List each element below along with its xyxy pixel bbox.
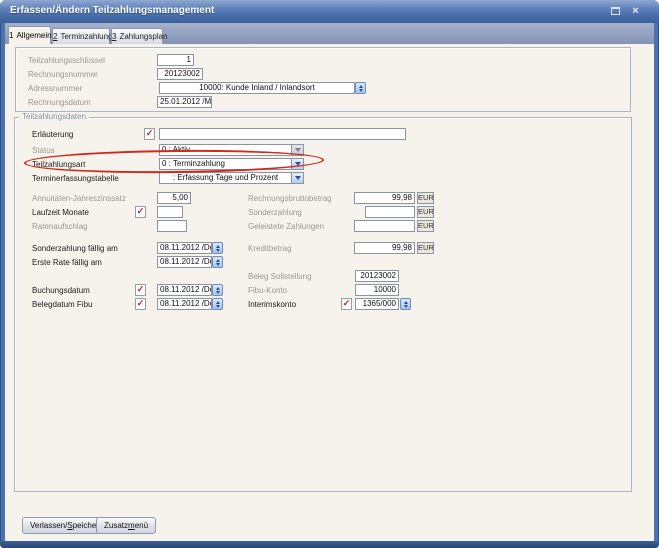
erste-rate-faellig-am-field[interactable]: 08.11.2012 /Do <box>157 256 212 268</box>
erlaeuterung-field[interactable] <box>159 128 406 140</box>
buchungsdatum-spinner[interactable] <box>212 284 223 296</box>
spinner-down-icon <box>404 305 408 308</box>
adressnummer-spinner[interactable] <box>355 82 366 94</box>
spinner-up-icon <box>216 287 220 290</box>
close-button[interactable]: × <box>628 4 643 19</box>
fibu-konto-label: Fibu-Konto <box>248 286 287 295</box>
erlaeuterung-edit-button[interactable]: ✓ <box>144 128 155 140</box>
fibu-konto-field[interactable]: 10000 <box>355 284 399 296</box>
ratenaufschlag-field[interactable] <box>157 220 187 232</box>
kreditbetrag-currency-label: EUR <box>417 242 434 254</box>
dialog-content: 1Allgemein 2Terminzahlungen 3Zahlungspla… <box>5 23 654 541</box>
beleg-sollstellung-label: Beleg Sollstellung <box>248 272 312 281</box>
interimskonto-field[interactable]: 1365/000 <box>355 298 399 310</box>
tab-label: Allgemein <box>16 31 51 40</box>
terminerfassungstabelle-select[interactable]: : Erfassung Tage und Prozent <box>159 172 304 184</box>
beleg-sollstellung-field[interactable]: 20123002 <box>355 270 399 282</box>
spinner-down-icon <box>216 291 220 294</box>
spinner-down-icon <box>359 89 363 92</box>
erste-rate-faellig-am-label: Erste Rate fällig am <box>32 258 102 267</box>
tab-strip: 1Allgemein 2Terminzahlungen 3Zahlungspla… <box>5 23 654 44</box>
laufzeit-monate-check-button[interactable]: ✓ <box>135 206 146 218</box>
interimskonto-spinner[interactable] <box>400 298 411 310</box>
zusatzmenu-button[interactable]: Zusatzmenü <box>96 517 156 534</box>
interimskonto-label: Interimskonto <box>248 300 296 309</box>
geleistete-zahlungen-field[interactable] <box>354 220 415 232</box>
rechnungsbruttobetrag-currency-label: EUR <box>417 192 434 204</box>
annuitaeten-jahreszinssatz-field[interactable]: 5,00 <box>157 192 191 204</box>
rechnungsbruttobetrag-field[interactable]: 99,98 <box>354 192 415 204</box>
buchungsdatum-field[interactable]: 08.11.2012 /Do <box>157 284 212 296</box>
kreditbetrag-field[interactable]: 99,98 <box>354 242 415 254</box>
window-border-bottom <box>0 541 659 548</box>
teilzahlungsschluessel-label: Teilzahlungsschlüssel <box>28 56 105 65</box>
adressnummer-field[interactable]: 10000: Kunde Inland / Inlandsort <box>159 82 355 94</box>
buchungsdatum-check-button[interactable]: ✓ <box>135 284 146 296</box>
check-icon: ✓ <box>136 298 145 308</box>
teilzahlungsschluessel-field[interactable]: 1 <box>157 54 194 66</box>
titlebar[interactable]: Erfassen/Ändern Teilzahlungsmanagement × <box>0 0 659 23</box>
sonderzahlung-faellig-am-label: Sonderzahlung fällig am <box>32 244 118 253</box>
rechnungsbruttobetrag-label: Rechnungsbruttobetrag <box>248 194 332 203</box>
check-icon: ✓ <box>145 128 154 138</box>
erste-rate-faellig-am-spinner[interactable] <box>212 256 223 268</box>
restore-icon <box>611 7 620 15</box>
rechnungsdatum-field[interactable]: 25.01.2012 /Mi <box>157 96 212 108</box>
laufzeit-monate-field[interactable] <box>157 206 183 218</box>
sonderzahlung-label: Sonderzahlung <box>248 208 302 217</box>
check-icon: ✓ <box>136 284 145 294</box>
terminerfassungstabelle-value: : Erfassung Tage und Prozent <box>160 173 291 183</box>
status-label: Status <box>32 146 55 155</box>
tab-allgemein[interactable]: 1Allgemein <box>8 26 51 44</box>
buchungsdatum-label: Buchungsdatum <box>32 286 90 295</box>
spinner-up-icon <box>216 259 220 262</box>
tab-number: 2 <box>53 32 57 41</box>
laufzeit-monate-label: Laufzeit Monate <box>32 208 89 217</box>
spinner-up-icon <box>216 245 220 248</box>
ratenaufschlag-label: Ratenaufschlag <box>32 222 88 231</box>
check-icon: ✓ <box>342 298 351 308</box>
teilzahlungsdaten-legend: Teilzahlungsdaten <box>19 112 89 121</box>
tab-number: 3 <box>112 32 116 41</box>
erlaeuterung-label: Erläuterung <box>32 130 73 139</box>
restore-button[interactable] <box>608 4 623 19</box>
tab-number: 1 <box>9 31 13 40</box>
geleistete-zahlungen-label: Geleistete Zahlungen <box>248 222 324 231</box>
annuitaeten-jahreszinssatz-label: Annuitäten-Jahreszinssatz <box>32 194 126 203</box>
button-text: Verlassen/ <box>30 521 67 530</box>
spinner-down-icon <box>216 305 220 308</box>
rechnungsnummer-label: Rechnungsnummer <box>28 70 98 79</box>
interimskonto-check-button[interactable]: ✓ <box>341 298 352 310</box>
rechnungsnummer-field[interactable]: 20123002 <box>157 68 203 80</box>
spinner-up-icon <box>216 301 220 304</box>
window: Erfassen/Ändern Teilzahlungsmanagement ×… <box>0 0 659 548</box>
belegdatum-fibu-check-button[interactable]: ✓ <box>135 298 146 310</box>
geleistete-zahlungen-currency-label: EUR <box>417 220 434 232</box>
check-icon: ✓ <box>136 206 145 216</box>
button-mnemonic: m <box>128 521 135 530</box>
rechnungsdatum-label: Rechnungsdatum <box>28 98 91 107</box>
tab-label: Zahlungsplan <box>119 32 167 41</box>
kreditbetrag-label: Kreditbetrag <box>248 244 292 253</box>
dropdown-arrow-icon <box>291 173 303 183</box>
spinner-up-icon <box>404 301 408 304</box>
belegdatum-fibu-field[interactable]: 08.11.2012 /Do <box>157 298 212 310</box>
spinner-down-icon <box>216 249 220 252</box>
sonderzahlung-faellig-am-field[interactable]: 08.11.2012 /Do <box>157 242 212 254</box>
button-text: enü <box>135 521 148 530</box>
belegdatum-fibu-spinner[interactable] <box>212 298 223 310</box>
belegdatum-fibu-label: Belegdatum Fibu <box>32 300 92 309</box>
tab-zahlungsplan[interactable]: 3Zahlungsplan <box>111 28 163 44</box>
sonderzahlung-currency-label: EUR <box>417 206 434 218</box>
tab-terminzahlungen[interactable]: 2Terminzahlungen <box>52 28 110 44</box>
window-title: Erfassen/Ändern Teilzahlungsmanagement <box>10 5 214 16</box>
sonderzahlung-faellig-am-spinner[interactable] <box>212 242 223 254</box>
button-text: Zusatz <box>104 521 128 530</box>
terminerfassungstabelle-label: Terminerfassungstabelle <box>32 174 119 183</box>
adressnummer-label: Adressnummer <box>28 84 82 93</box>
spinner-up-icon <box>359 85 363 88</box>
spinner-down-icon <box>216 263 220 266</box>
sonderzahlung-field[interactable] <box>365 206 415 218</box>
header-groupbox <box>15 47 631 112</box>
